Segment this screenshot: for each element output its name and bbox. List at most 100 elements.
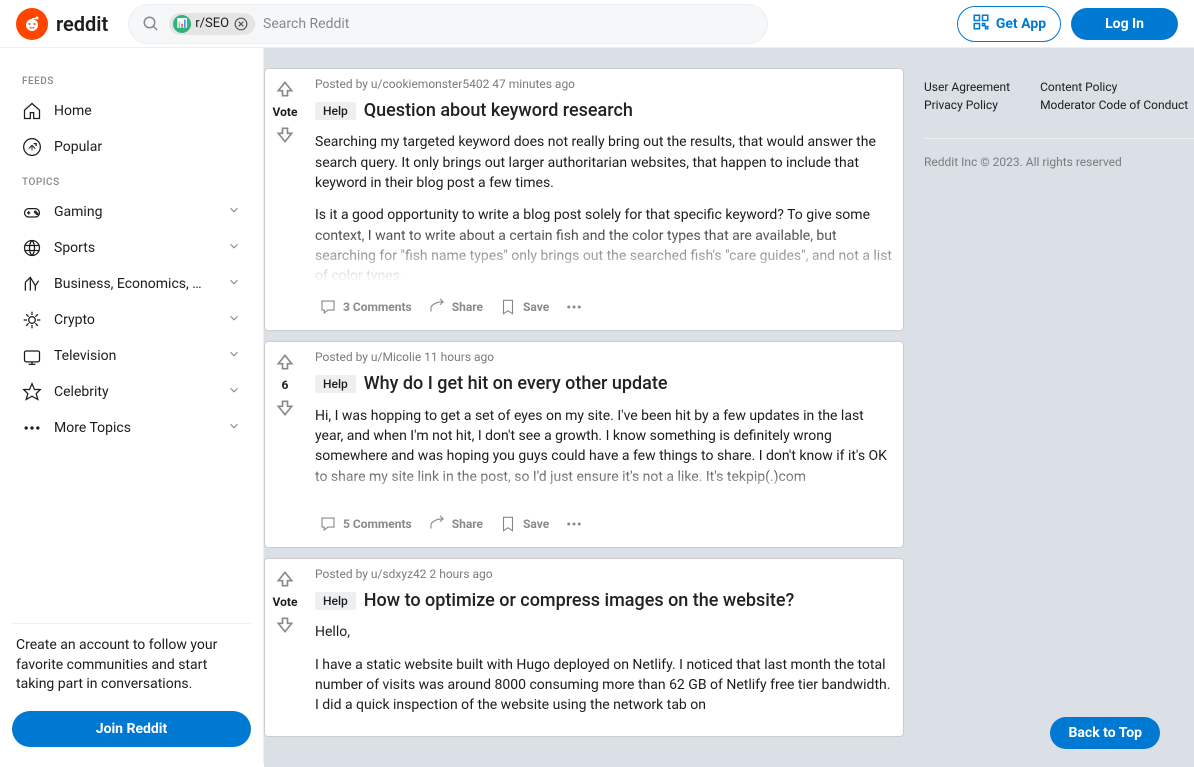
chevron-down-icon xyxy=(227,203,241,221)
header-actions: Get App Log In xyxy=(957,6,1178,42)
post[interactable]: Vote Posted by u/cookiemonster5402 47 mi… xyxy=(264,68,904,331)
upvote-button[interactable] xyxy=(273,350,297,374)
post-flair[interactable]: Help xyxy=(315,102,356,120)
chevron-down-icon xyxy=(227,383,241,401)
sidebar-label: Television xyxy=(54,348,116,364)
copyright-text: Reddit Inc © 2023. All rights reserved xyxy=(924,155,1194,169)
sidebar-label: Sports xyxy=(54,240,95,256)
crypto-icon xyxy=(22,310,42,330)
vote-score: Vote xyxy=(273,105,298,119)
footer-link[interactable]: Moderator Code of Conduct xyxy=(1040,98,1188,112)
post-meta: Posted by u/sdxyz42 2 hours ago xyxy=(315,567,893,581)
sidebar-item-popular[interactable]: Popular xyxy=(12,129,251,165)
get-app-button[interactable]: Get App xyxy=(957,6,1061,42)
sidebar-item-crypto[interactable]: Crypto xyxy=(12,302,251,338)
sidebar-label: Home xyxy=(54,103,92,119)
chevron-down-icon xyxy=(227,347,241,365)
post-body-text: Searching my targeted keyword does not r… xyxy=(315,132,893,282)
post-flair[interactable]: Help xyxy=(315,592,356,610)
post[interactable]: Vote Posted by u/sdxyz42 2 hours ago Hel… xyxy=(264,558,904,737)
share-button[interactable]: Share xyxy=(424,509,487,539)
post-flair[interactable]: Help xyxy=(315,375,356,393)
sidebar-heading-feeds: FEEDS xyxy=(12,64,251,93)
post-meta: Posted by u/Micolie 11 hours ago xyxy=(315,350,893,364)
tv-icon xyxy=(22,346,42,366)
sidebar: FEEDS Home Popular TOPICS Gaming Sports … xyxy=(0,48,264,763)
sports-icon xyxy=(22,238,42,258)
upvote-button[interactable] xyxy=(273,567,297,591)
home-icon xyxy=(22,101,42,121)
search-bar[interactable]: 📊 r/SEO xyxy=(128,4,768,44)
sidebar-item-home[interactable]: Home xyxy=(12,93,251,129)
footer-link[interactable]: Privacy Policy xyxy=(924,98,1010,112)
sidebar-label: Crypto xyxy=(54,312,95,328)
post-author-link[interactable]: u/Micolie xyxy=(371,350,421,364)
sidebar-item-more[interactable]: More Topics xyxy=(12,410,251,446)
save-button[interactable]: Save xyxy=(495,509,553,539)
popular-icon xyxy=(22,137,42,157)
vote-column: 6 xyxy=(265,342,305,547)
post-title[interactable]: Why do I get hit on every other update xyxy=(364,372,668,395)
sidebar-label: Popular xyxy=(54,139,102,155)
sidebar-label: Gaming xyxy=(54,204,102,220)
upvote-button[interactable] xyxy=(273,77,297,101)
sidebar-item-sports[interactable]: Sports xyxy=(12,230,251,266)
search-input[interactable] xyxy=(263,16,755,32)
chevron-down-icon xyxy=(227,275,241,293)
footer-link[interactable]: User Agreement xyxy=(924,80,1010,94)
subreddit-icon: 📊 xyxy=(173,15,191,33)
star-icon xyxy=(22,382,42,402)
save-button[interactable]: Save xyxy=(495,292,553,322)
post-actions: 5 Comments Share Save xyxy=(315,509,893,539)
post-body-text: Hello, I have a static website built wit… xyxy=(315,622,893,727)
more-actions-button[interactable] xyxy=(561,292,587,322)
comments-button[interactable]: 5 Comments xyxy=(315,509,416,539)
vote-score: 6 xyxy=(282,378,289,392)
header: reddit 📊 r/SEO Get App Log In xyxy=(0,0,1194,48)
downvote-button[interactable] xyxy=(273,613,297,637)
sidebar-item-gaming[interactable]: Gaming xyxy=(12,194,251,230)
chart-icon xyxy=(22,274,42,294)
post-actions: 3 Comments Share Save xyxy=(315,292,893,322)
vote-score: Vote xyxy=(273,595,298,609)
chevron-down-icon xyxy=(227,239,241,257)
downvote-button[interactable] xyxy=(273,123,297,147)
post-author-link[interactable]: u/cookiemonster5402 xyxy=(371,77,489,91)
sidebar-item-business[interactable]: Business, Economics, a... xyxy=(12,266,251,302)
reddit-logo-icon xyxy=(16,8,48,40)
more-icon xyxy=(22,418,42,438)
sidebar-label: More Topics xyxy=(54,420,131,436)
post-meta: Posted by u/cookiemonster5402 47 minutes… xyxy=(315,77,893,91)
post-body-text: Hi, I was hopping to get a set of eyes o… xyxy=(315,406,893,499)
back-to-top-button[interactable]: Back to Top xyxy=(1050,717,1160,749)
sidebar-label: Celebrity xyxy=(54,384,109,400)
sidebar-label: Business, Economics, a... xyxy=(54,276,204,292)
downvote-button[interactable] xyxy=(273,396,297,420)
footer-link[interactable]: Content Policy xyxy=(1040,80,1188,94)
more-actions-button[interactable] xyxy=(561,509,587,539)
post[interactable]: 6 Posted by u/Micolie 11 hours ago Help … xyxy=(264,341,904,548)
sidebar-item-celebrity[interactable]: Celebrity xyxy=(12,374,251,410)
vote-column: Vote xyxy=(265,559,305,736)
sidebar-heading-topics: TOPICS xyxy=(12,165,251,194)
content-area: Vote Posted by u/cookiemonster5402 47 mi… xyxy=(264,48,1194,767)
post-title[interactable]: How to optimize or compress images on th… xyxy=(364,589,795,612)
right-sidebar: User Agreement Privacy Policy Content Po… xyxy=(924,68,1194,747)
post-feed: Vote Posted by u/cookiemonster5402 47 mi… xyxy=(264,68,904,747)
sidebar-cta-text: Create an account to follow your favorit… xyxy=(12,636,251,711)
logo[interactable]: reddit xyxy=(16,8,108,40)
share-button[interactable]: Share xyxy=(424,292,487,322)
post-author-link[interactable]: u/sdxyz42 xyxy=(371,567,427,581)
post-title[interactable]: Question about keyword research xyxy=(364,99,633,122)
login-button[interactable]: Log In xyxy=(1071,8,1178,40)
vote-column: Vote xyxy=(265,69,305,330)
comments-button[interactable]: 3 Comments xyxy=(315,292,416,322)
join-reddit-button[interactable]: Join Reddit xyxy=(12,711,251,747)
search-icon xyxy=(141,14,161,34)
get-app-label: Get App xyxy=(996,16,1046,32)
sidebar-item-television[interactable]: Television xyxy=(12,338,251,374)
search-scope-label: r/SEO xyxy=(195,16,229,31)
clear-scope-icon[interactable] xyxy=(233,16,249,32)
search-scope-pill[interactable]: 📊 r/SEO xyxy=(169,13,255,35)
divider xyxy=(12,623,251,624)
